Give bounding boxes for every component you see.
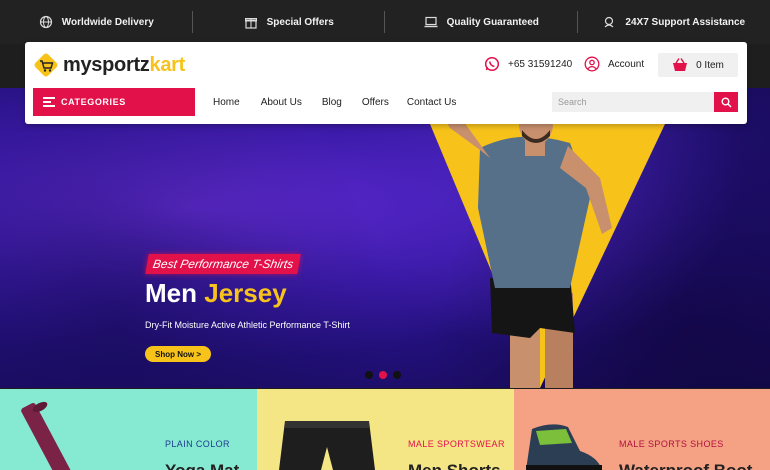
whatsapp-icon	[484, 56, 500, 72]
topbar-label: Special Offers	[266, 16, 334, 28]
category-panel-waterproof-boot[interactable]: MALE SPORTS SHOES Waterproof Boot	[514, 389, 770, 470]
boot-image	[526, 424, 602, 470]
yoga-mat-image	[21, 401, 71, 470]
hero-title-main: Men	[145, 278, 197, 308]
main-nav: Home About Us Blog Offers Contact Us	[213, 97, 480, 108]
cart-button[interactable]: 0 Item	[658, 53, 738, 77]
nav-about-us[interactable]: About Us	[261, 97, 302, 108]
globe-icon	[39, 15, 53, 29]
hero-subtitle: Dry-Fit Moisture Active Athletic Perform…	[145, 320, 350, 330]
topbar-label: Worldwide Delivery	[61, 16, 154, 28]
panel-label: MALE SPORTS SHOES	[619, 439, 724, 449]
topbar-item-offers: Special Offers	[193, 0, 386, 44]
site-header: mysportzkart +65 31591240 Account 0 Item…	[25, 42, 747, 124]
panel-label: MALE SPORTSWEAR	[408, 439, 505, 449]
panel-title: Yoga Mat	[165, 461, 239, 470]
shop-now-button[interactable]: Shop Now >	[145, 346, 211, 362]
topbar-item-quality: Quality Guaranteed	[385, 0, 578, 44]
carousel-dot[interactable]	[365, 371, 373, 379]
logo-text: mysportzkart	[63, 54, 185, 77]
nav-home[interactable]: Home	[213, 97, 240, 108]
topbar-item-support: 24X7 Support Assistance	[578, 0, 770, 44]
user-icon	[584, 56, 600, 72]
nav-contact-us[interactable]: Contact Us	[407, 97, 456, 108]
nav-blog[interactable]: Blog	[322, 97, 342, 108]
basket-icon	[672, 57, 688, 73]
topbar-label: Quality Guaranteed	[446, 16, 539, 28]
hero-tagline: Best Performance T-Shirts	[145, 254, 302, 274]
carousel-dot-active[interactable]	[379, 371, 387, 379]
panel-title: Waterproof Boot	[619, 461, 752, 470]
category-panel-yoga-mat[interactable]: PLAIN COLOR Yoga Mat	[0, 389, 257, 470]
logo-text-main: mysportz	[63, 53, 150, 76]
category-panels: PLAIN COLOR Yoga Mat MALE SPORTSWEAR Men…	[0, 389, 770, 470]
support-icon	[602, 15, 616, 29]
cart-label: 0 Item	[696, 59, 724, 71]
search-button[interactable]	[714, 92, 738, 112]
nav-offers[interactable]: Offers	[362, 97, 389, 108]
hero-banner: Best Performance T-Shirts Men Jersey Dry…	[0, 88, 770, 388]
athlete-image	[438, 102, 612, 388]
carousel-dots	[365, 371, 401, 379]
top-info-bar: Worldwide Delivery Special Offers Qualit…	[0, 0, 770, 44]
cart-logo-icon	[34, 53, 58, 77]
phone-contact[interactable]: +65 31591240	[484, 56, 572, 72]
search-icon	[721, 97, 732, 108]
site-logo[interactable]: mysportzkart	[33, 52, 185, 78]
gift-icon	[244, 15, 258, 29]
topbar-label: 24X7 Support Assistance	[625, 16, 746, 28]
hero-title-accent: Jersey	[204, 278, 287, 308]
categories-label: CATEGORIES	[61, 97, 126, 107]
search-bar	[552, 92, 738, 112]
carousel-dot[interactable]	[393, 371, 401, 379]
search-input[interactable]	[552, 92, 714, 112]
laptop-icon	[424, 15, 438, 29]
logo-text-accent: kart	[149, 53, 186, 76]
category-panel-men-shorts[interactable]: MALE SPORTSWEAR Men Shorts	[257, 389, 514, 470]
account-label: Account	[608, 58, 645, 70]
topbar-item-delivery: Worldwide Delivery	[0, 0, 193, 44]
panel-label: PLAIN COLOR	[165, 439, 230, 449]
shorts-image	[279, 421, 375, 470]
menu-icon	[43, 97, 55, 107]
account-link[interactable]: Account	[584, 56, 644, 72]
phone-number: +65 31591240	[508, 58, 573, 70]
hero-title: Men Jersey	[145, 278, 287, 309]
panel-title: Men Shorts	[408, 461, 501, 470]
categories-menu-button[interactable]: CATEGORIES	[33, 88, 195, 116]
